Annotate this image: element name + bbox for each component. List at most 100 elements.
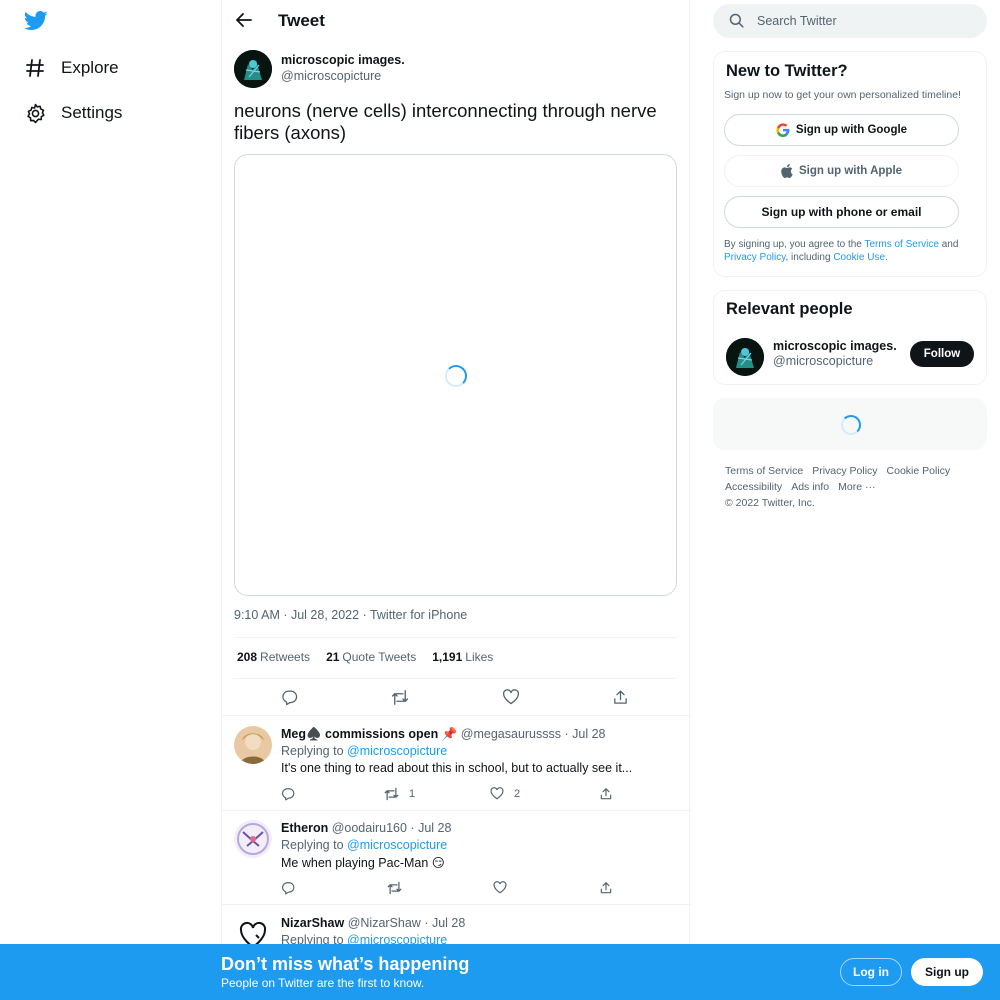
divider — [234, 678, 677, 679]
signup-banner: Don’t miss what’s happening People on Tw… — [0, 944, 1000, 1000]
reply-icon[interactable] — [281, 787, 295, 801]
back-arrow-icon — [236, 13, 252, 27]
cookie-use-link[interactable]: Cookie Use — [833, 252, 885, 263]
page-title: Tweet — [278, 11, 325, 30]
banner-subtitle: People on Twitter are the first to know. — [221, 976, 425, 990]
signup-phone-label: Sign up with phone or email — [761, 205, 922, 219]
back-button[interactable] — [234, 10, 254, 30]
signup-apple-label: Sign up with Apple — [798, 165, 903, 177]
signup-phone-email-button[interactable]: Sign up with phone or email — [724, 196, 959, 228]
reply-author-name[interactable]: NizarShaw — [281, 916, 344, 930]
person-handle[interactable]: @microscopicture — [773, 354, 873, 368]
search-input[interactable] — [757, 12, 957, 30]
author-handle[interactable]: @microscopicture — [281, 69, 381, 83]
left-nav: Explore Settings — [0, 0, 222, 1000]
reply-header: Etheron @oodairu160 · Jul 28 — [281, 821, 451, 835]
new-to-twitter-card: New to Twitter? Sign up now to get your … — [713, 51, 987, 277]
replying-to: Replying to @microscopicture — [281, 744, 448, 758]
divider — [234, 637, 677, 638]
reply-avatar[interactable] — [234, 820, 272, 858]
reply-actions: 1 2 — [281, 787, 621, 803]
nav-settings-label: Settings — [61, 103, 123, 122]
person-avatar[interactable] — [726, 338, 764, 376]
signup-apple-button[interactable]: Sign up with Apple — [724, 155, 959, 187]
reply-author-handle[interactable]: @oodairu160 — [332, 821, 407, 835]
like-icon[interactable]: 2 — [490, 787, 520, 800]
footer-more-button[interactable]: More ··· — [838, 479, 875, 495]
footer-ads-info-link[interactable]: Ads info — [791, 479, 829, 495]
privacy-link[interactable]: Privacy Policy — [724, 252, 786, 263]
author-avatar[interactable] — [234, 50, 272, 88]
author-name[interactable]: microscopic images. — [281, 53, 405, 67]
search-bar[interactable] — [713, 4, 987, 38]
tweet-timestamp[interactable]: 9:10 AM · Jul 28, 2022 · Twitter for iPh… — [234, 608, 467, 622]
reply-author-handle[interactable]: @megasaurussss — [461, 727, 561, 741]
reply-item[interactable]: Meg♠️ commissions open 📌 @megasaurussss … — [222, 716, 691, 810]
reply-author-handle[interactable]: @NizarShaw — [348, 916, 421, 930]
reply-date[interactable]: · Jul 28 — [565, 727, 606, 741]
footer-cookie-link[interactable]: Cookie Policy — [887, 463, 951, 479]
share-icon[interactable] — [599, 881, 613, 895]
loading-spinner — [841, 415, 861, 435]
like-icon[interactable] — [493, 881, 507, 894]
reply-item[interactable]: Etheron @oodairu160 · Jul 28 Replying to… — [222, 810, 691, 904]
main-header: Tweet — [222, 0, 689, 42]
twitter-bird-icon[interactable] — [24, 10, 48, 32]
tweet-media[interactable] — [234, 154, 677, 596]
person-name[interactable]: microscopic images. — [773, 339, 897, 353]
retweet-icon[interactable]: 1 — [384, 787, 415, 801]
main-column: Tweet microscopic images. @microscopictu… — [221, 0, 691, 1000]
signup-google-label: Sign up with Google — [795, 124, 908, 136]
terms-link[interactable]: Terms of Service — [864, 239, 938, 250]
reply-header: Meg♠️ commissions open 📌 @megasaurussss … — [281, 727, 606, 742]
retweet-icon[interactable] — [391, 688, 409, 706]
replying-to-link[interactable]: @microscopicture — [347, 744, 447, 758]
like-icon[interactable] — [502, 688, 520, 706]
login-button[interactable]: Log in — [840, 958, 902, 986]
footer-terms-link[interactable]: Terms of Service — [725, 463, 803, 479]
reply-date[interactable]: · Jul 28 — [410, 821, 451, 835]
signup-google-button[interactable]: Sign up with Google — [724, 114, 959, 146]
share-icon[interactable] — [612, 688, 630, 706]
tweet-actions — [222, 688, 691, 706]
copyright: © 2022 Twitter, Inc. — [725, 497, 815, 509]
footer-links: Terms of Service Privacy Policy Cookie Pol… — [725, 463, 975, 511]
apple-icon — [781, 164, 793, 178]
footer-privacy-link[interactable]: Privacy Policy — [812, 463, 877, 479]
search-icon — [729, 13, 744, 33]
share-icon[interactable] — [599, 787, 613, 801]
reply-author-name[interactable]: Etheron — [281, 821, 328, 835]
like-count: 2 — [514, 787, 521, 800]
card-title: Relevant people — [726, 300, 853, 318]
likes-stat[interactable]: 1,191 Likes — [432, 650, 493, 664]
tweet-text: neurons (nerve cells) interconnecting th… — [234, 100, 657, 143]
retweets-stat[interactable]: 208 Retweets — [237, 650, 310, 664]
reply-icon[interactable] — [281, 881, 295, 895]
loading-spinner — [445, 365, 467, 387]
trends-loading-card — [713, 398, 987, 450]
nav-settings[interactable]: Settings — [24, 102, 122, 124]
retweet-icon[interactable] — [387, 881, 402, 895]
replying-to-link[interactable]: @microscopicture — [347, 838, 447, 852]
replying-to: Replying to @microscopicture — [281, 838, 448, 852]
signup-button[interactable]: Sign up — [911, 958, 983, 986]
retweet-count: 1 — [409, 788, 416, 800]
reply-date[interactable]: · Jul 28 — [424, 916, 465, 930]
banner-title: Don’t miss what’s happening — [221, 954, 470, 974]
relevant-people-card: Relevant people microscopic images. @mic… — [713, 290, 987, 385]
nav-explore[interactable]: Explore — [24, 57, 119, 79]
reply-author-name[interactable]: Meg♠️ commissions open 📌 — [281, 727, 457, 741]
legal-text: By signing up, you agree to the Terms of… — [724, 239, 959, 263]
reply-text: It's one thing to read about this in sch… — [281, 761, 633, 775]
reply-avatar[interactable] — [234, 726, 272, 764]
google-icon — [776, 123, 790, 137]
gear-icon — [24, 102, 46, 124]
card-title: New to Twitter? — [726, 62, 848, 80]
reply-icon[interactable] — [281, 688, 299, 706]
nav-explore-label: Explore — [61, 58, 119, 77]
footer-accessibility-link[interactable]: Accessibility — [725, 479, 782, 495]
reply-text: Me when playing Pac-Man 😏 — [281, 856, 445, 870]
hashtag-icon — [24, 57, 46, 79]
quote-tweets-stat[interactable]: 21 Quote Tweets — [326, 650, 416, 664]
follow-button[interactable]: Follow — [910, 341, 974, 367]
